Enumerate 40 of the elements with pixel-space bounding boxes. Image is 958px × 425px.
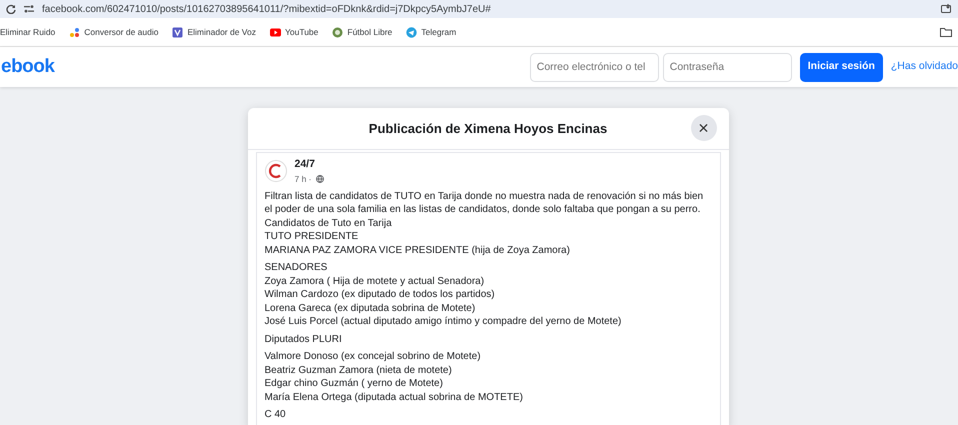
v-logo-icon: [172, 26, 184, 38]
reload-icon[interactable]: [6, 4, 16, 14]
password-field[interactable]: Contraseña: [662, 52, 792, 82]
post-text-line: María Elena Ortega (diputada actual sobrina de MOTETE): [264, 390, 524, 404]
post-text-line: Edgar chino Guzmán ( yerno de Motete): [264, 377, 444, 390]
bookmark-link[interactable]: Eliminar Ruido: [0, 26, 56, 38]
dots-icon: [69, 26, 80, 38]
paper-plane-icon: [406, 26, 418, 38]
post-text-line: TUTO PRESIDENTE: [264, 230, 360, 244]
download-icon[interactable]: [941, 4, 952, 14]
bookmark-link[interactable]: Eliminador de Voz: [187, 26, 256, 38]
bookmark-link[interactable]: Conversor de audio: [84, 26, 158, 38]
post-text-line: Beatriz Guzman Zamora (nieta de motete): [264, 364, 453, 377]
post-text-line: MARIANA PAZ ZAMORA VICE PRESIDENTE (hija de Zoya Zamora): [264, 244, 571, 257]
bookmark-link[interactable]: Telegram: [421, 26, 456, 38]
post-text-line: Zoya Zamora ( Hija de motete y actual Senadora): [264, 274, 486, 288]
email-field[interactable]: Correo electrónico o tel: [530, 52, 659, 82]
post-text-line: José Luis Porcel (actual diputado amigo íntimo y compadre del yerno de Motete): [264, 315, 622, 328]
close-button[interactable]: ×: [690, 115, 716, 141]
post-text-line: Wilman Cardozo (ex diputado de todos los partidos): [264, 288, 496, 302]
post-text-line: SENADORES: [264, 261, 328, 274]
facebook-logo[interactable]: ebook: [1, 52, 54, 82]
globe-icon: [316, 175, 324, 184]
play-icon: [270, 26, 281, 38]
post-text-line: C 40: [264, 408, 287, 422]
forgot-password-link[interactable]: ¿Has olvidado: [890, 59, 958, 75]
bookmark-link[interactable]: YouTube: [284, 26, 318, 38]
site-settings-icon[interactable]: [24, 5, 34, 13]
modal-title: Publicación de Ximena Hoyos Encinas: [368, 120, 608, 138]
author-name[interactable]: 24/7: [294, 157, 324, 173]
post-text-line: Filtran lista de candidatos de TUTO en Tarija donde no muestra nada de renovación si no más bien el poder de una sola familia en las listas de candidatos, donde solo faltaba que pongan a su perro.: [264, 190, 704, 216]
post-text-line: Lorena Gareca (ex diputada sobrina de Motete): [264, 302, 476, 315]
post-text-line: Diputados PLURI: [264, 332, 343, 346]
bookmark-link[interactable]: Fútbol Libre: [347, 26, 392, 38]
folder-icon[interactable]: [940, 27, 952, 37]
post-text-line: Candidatos de Tuto en Tarija: [264, 216, 393, 230]
post-time[interactable]: 7 h ·: [294, 172, 312, 186]
avatar-icon[interactable]: [264, 160, 286, 182]
post-text-line: Valmore Donoso (ex concejal sobrino de Motete): [264, 350, 482, 364]
login-button[interactable]: Iniciar sesión: [800, 52, 883, 82]
